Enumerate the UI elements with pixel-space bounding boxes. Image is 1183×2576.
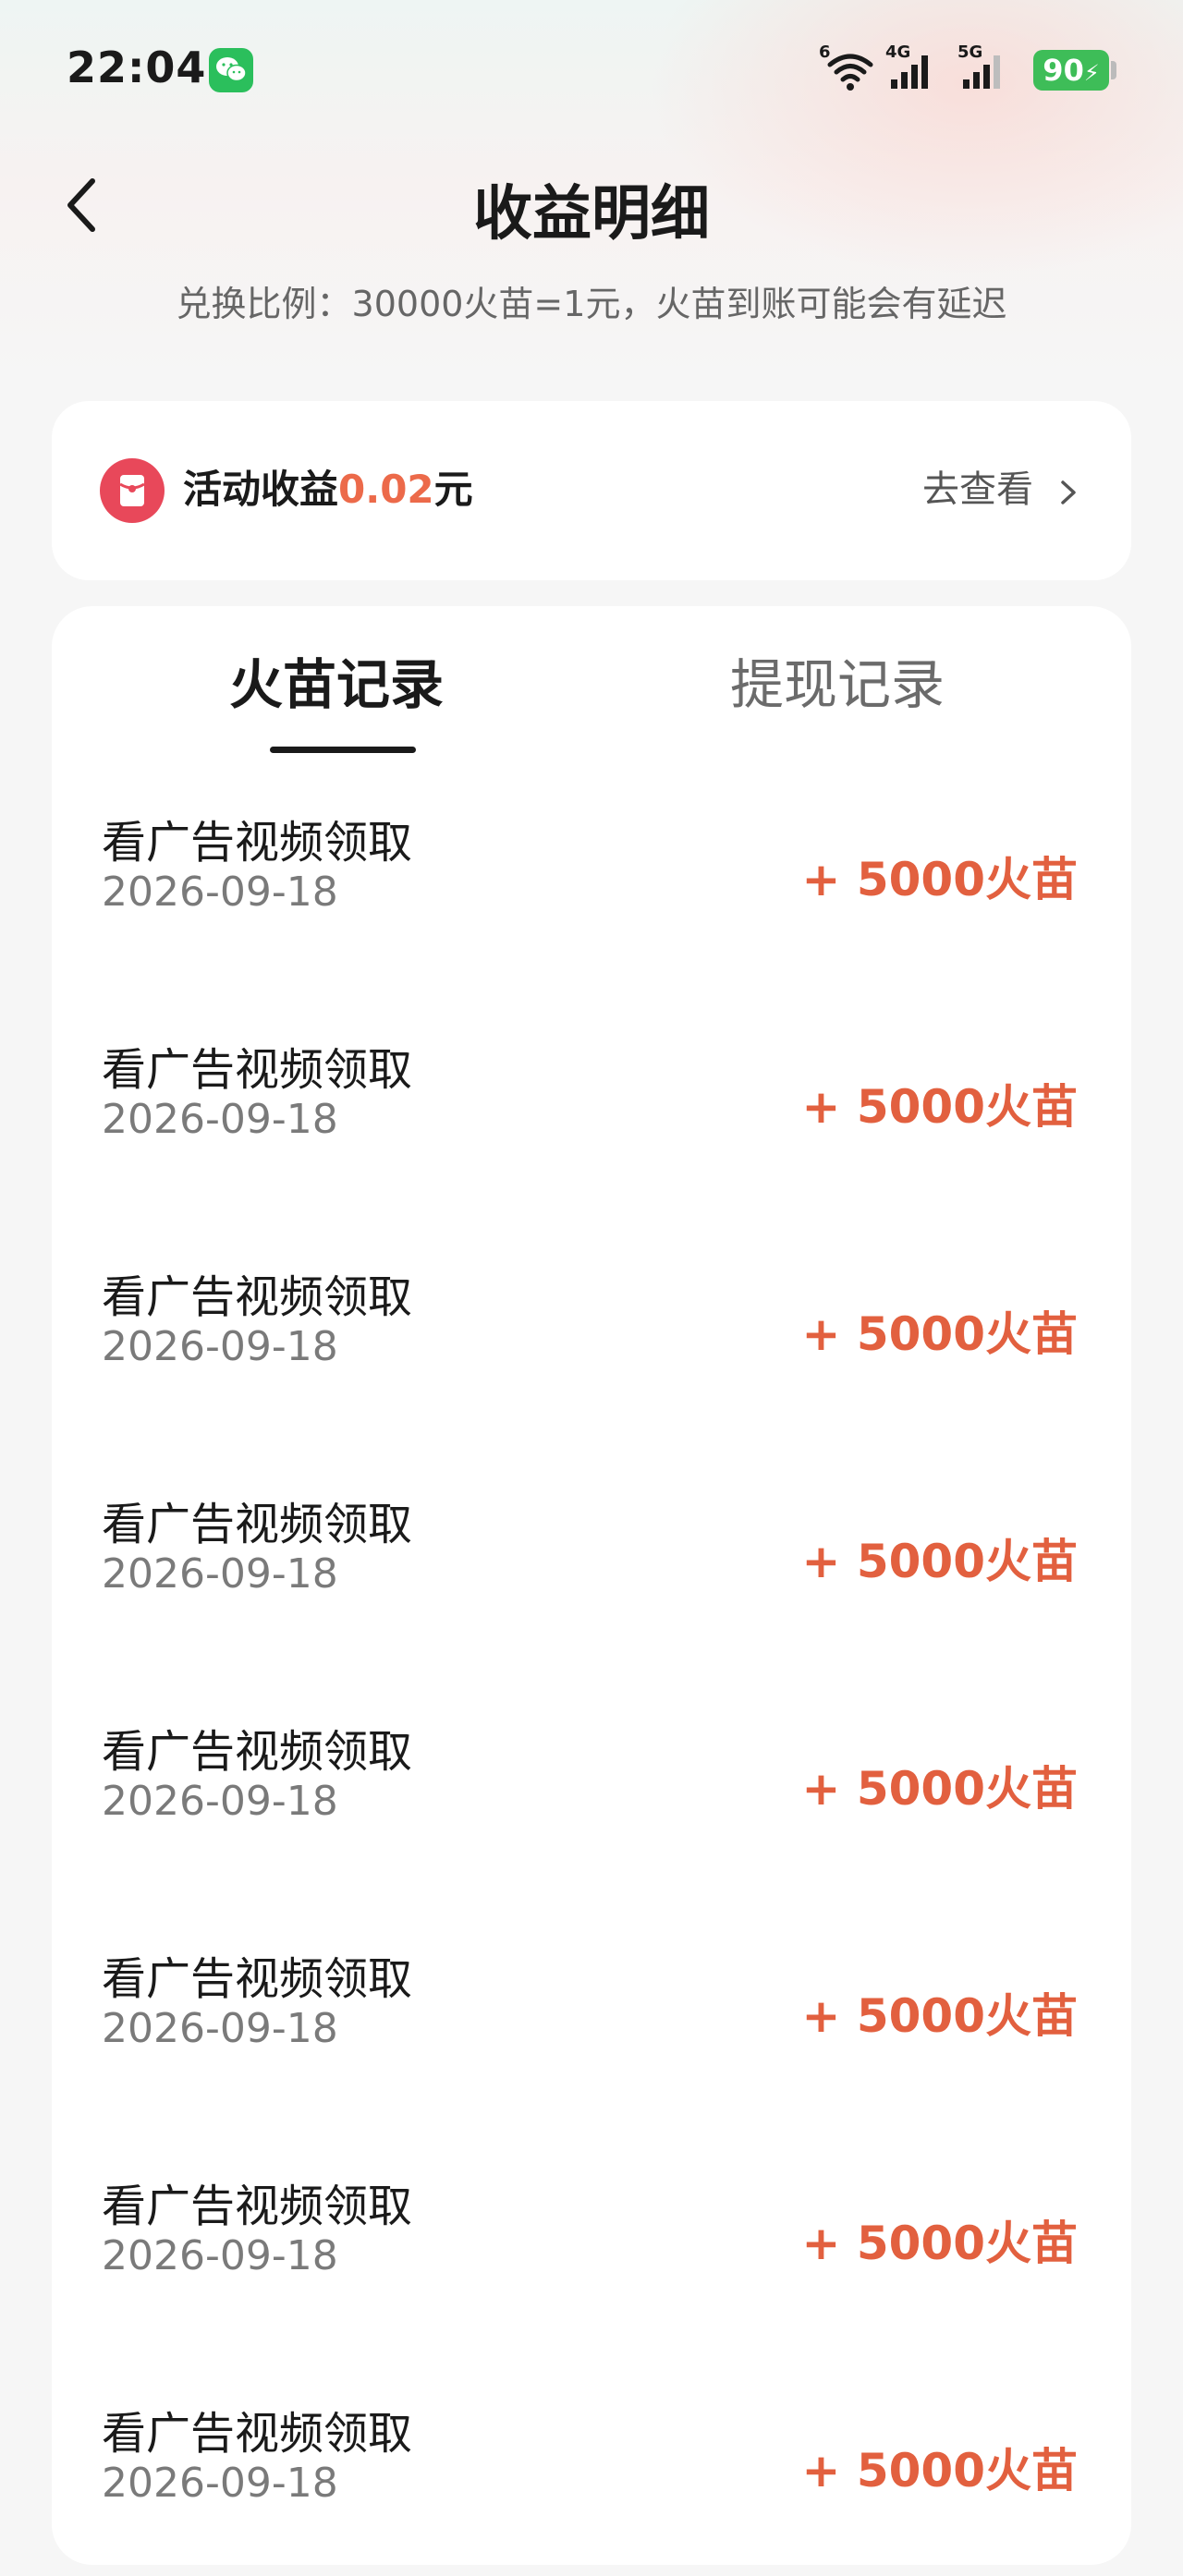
record-row: 看广告视频领取 2026-09-18 + 5000火苗 (52, 806, 1131, 1033)
record-row: 看广告视频领取 2026-09-18 + 5000火苗 (52, 1715, 1131, 1942)
record-title: 看广告视频领取 (102, 2408, 413, 2460)
record-date: 2026-09-18 (102, 1550, 338, 1598)
activity-unit: 元 (433, 467, 473, 512)
activity-amount: 0.02 (338, 467, 434, 512)
record-row: 看广告视频领取 2026-09-18 + 5000火苗 (52, 2397, 1131, 2576)
tab-flame-records[interactable]: 火苗记录 (229, 641, 444, 719)
record-title: 看广告视频领取 (102, 1271, 413, 1323)
record-amount: + 5000火苗 (801, 1307, 1078, 1361)
record-amount: + 5000火苗 (801, 2217, 1078, 2270)
exchange-rate-note: 兑换比例：30000火苗=1元，火苗到账可能会有延迟 (176, 284, 1007, 324)
record-title: 看广告视频领取 (102, 817, 413, 869)
view-link[interactable]: 去查看 (922, 460, 1033, 519)
page-title: 收益明细 (473, 180, 710, 249)
record-amount: + 5000火苗 (801, 1989, 1078, 2043)
record-amount: + 5000火苗 (801, 1535, 1078, 1588)
records-card: 火苗记录 提现记录 看广告视频领取 2026-09-18 + 5000火苗 看广… (52, 606, 1131, 2565)
tab-withdraw-records[interactable]: 提现记录 (730, 641, 945, 719)
record-amount: + 5000火苗 (801, 1080, 1078, 1134)
record-amount: + 5000火苗 (801, 1762, 1078, 1816)
record-date: 2026-09-18 (102, 1778, 338, 1825)
record-title: 看广告视频领取 (102, 1044, 413, 1096)
activity-label: 活动收益 (183, 467, 339, 512)
record-date: 2026-09-18 (102, 869, 338, 916)
record-amount: + 5000火苗 (801, 2444, 1078, 2497)
record-date: 2026-09-18 (102, 2460, 338, 2507)
record-row: 看广告视频领取 2026-09-18 + 5000火苗 (52, 1942, 1131, 2169)
red-packet-icon (100, 458, 165, 523)
record-date: 2026-09-18 (102, 2232, 338, 2279)
record-row: 看广告视频领取 2026-09-18 + 5000火苗 (52, 1033, 1131, 1260)
battery-icon: 90⚡ (1033, 50, 1109, 91)
record-title: 看广告视频领取 (102, 1953, 413, 2005)
record-row: 看广告视频领取 2026-09-18 + 5000火苗 (52, 2169, 1131, 2397)
activity-earnings: 活动收益0.02元 (183, 460, 473, 519)
record-title: 看广告视频领取 (102, 1499, 413, 1550)
status-time: 22:04 (67, 43, 207, 92)
battery-cap (1111, 61, 1116, 79)
page: 22:04 6 4G 5G 90⚡ 收益明细 兑换比例：30000火苗=1元，火… (0, 0, 1183, 2576)
record-date: 2026-09-18 (102, 1323, 338, 1370)
record-title: 看广告视频领取 (102, 1726, 413, 1778)
status-bar: 22:04 6 4G 5G 90⚡ (0, 0, 1183, 139)
record-row: 看广告视频领取 2026-09-18 + 5000火苗 (52, 1488, 1131, 1715)
record-row: 看广告视频领取 2026-09-18 + 5000火苗 (52, 1260, 1131, 1488)
tab-active-indicator (270, 747, 416, 753)
record-amount: + 5000火苗 (801, 853, 1078, 906)
record-title: 看广告视频领取 (102, 2181, 413, 2232)
record-date: 2026-09-18 (102, 1096, 338, 1143)
wechat-icon (209, 48, 253, 92)
chevron-right-icon (1061, 480, 1076, 504)
activity-earnings-card[interactable]: 活动收益0.02元 去查看 (52, 401, 1131, 580)
record-date: 2026-09-18 (102, 2005, 338, 2052)
record-list: 看广告视频领取 2026-09-18 + 5000火苗 看广告视频领取 2026… (52, 806, 1131, 2576)
